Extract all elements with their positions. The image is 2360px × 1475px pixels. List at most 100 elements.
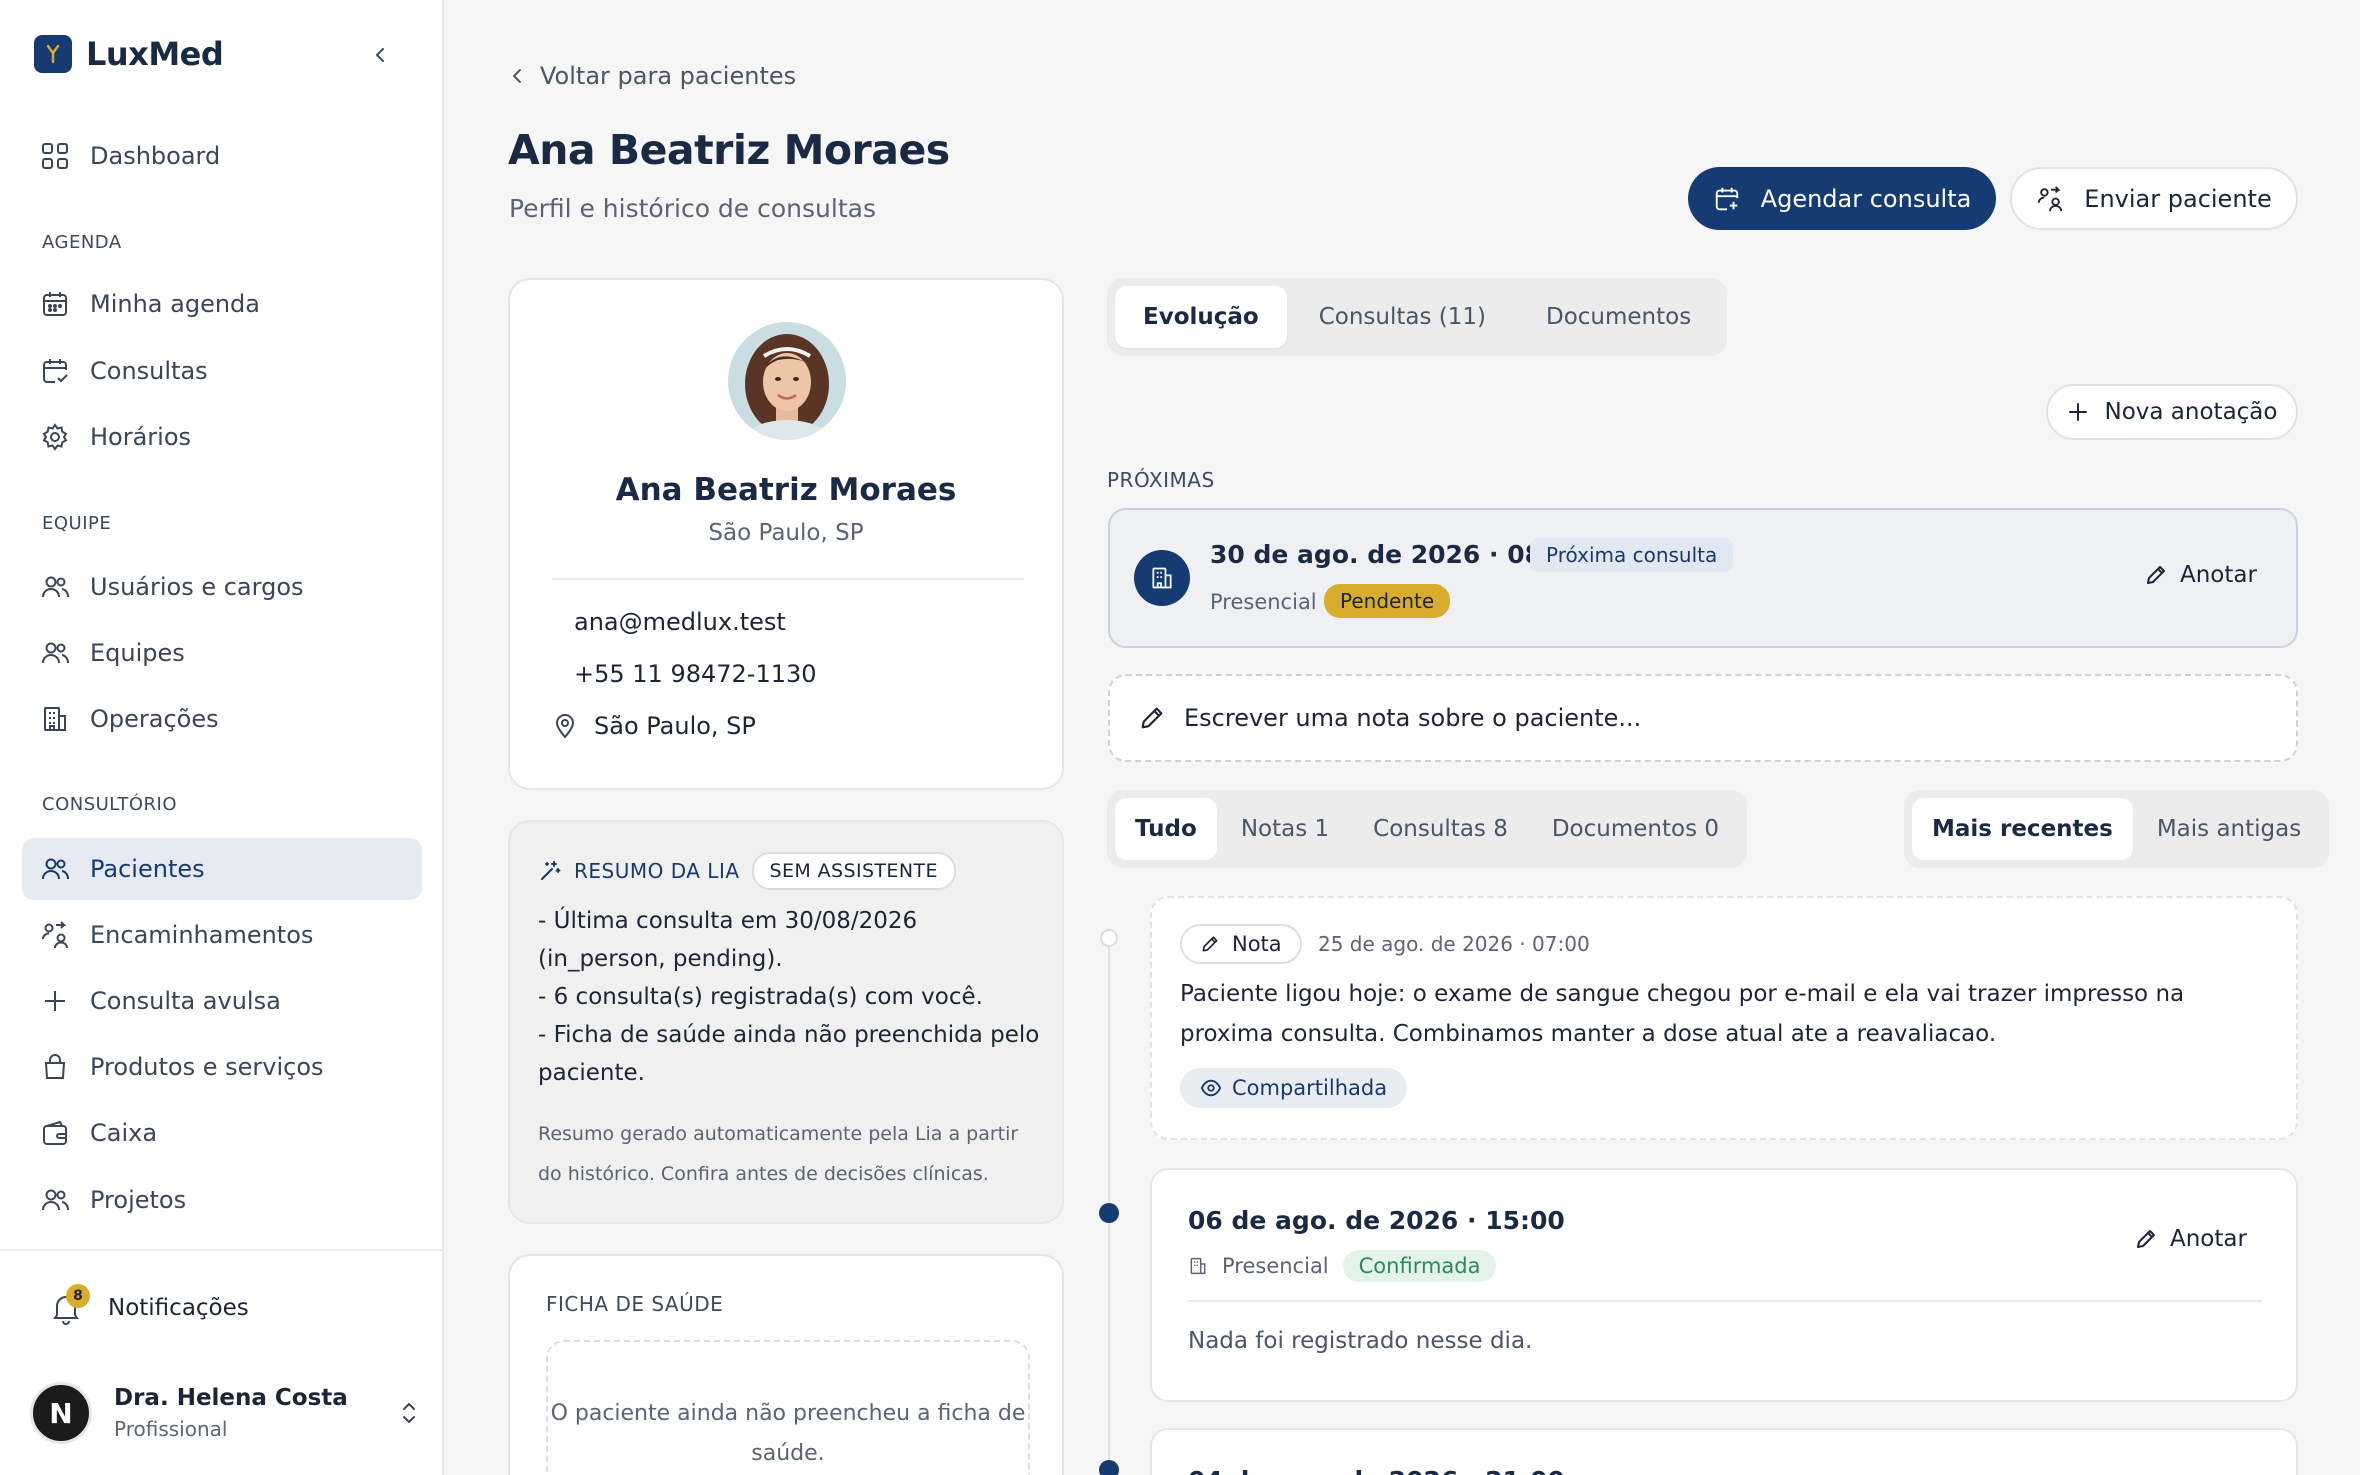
send-patient-label: Enviar paciente: [2084, 184, 2272, 213]
divider: [1188, 1300, 2262, 1302]
sidebar-item-projetos[interactable]: Projetos: [22, 1169, 422, 1231]
timeline-dot: [1100, 929, 1118, 947]
map-pin-icon: [555, 714, 575, 739]
send-patient-button[interactable]: Enviar paciente: [2010, 167, 2298, 230]
plus-icon: [45, 991, 65, 1011]
sidebar-item-operacoes[interactable]: Operações: [22, 688, 422, 750]
luxmed-logo-icon: [34, 35, 72, 73]
users-icon: [42, 1189, 69, 1211]
schedule-appointment-button[interactable]: Agendar consulta: [1688, 167, 1996, 230]
annotate-label: Anotar: [2170, 1226, 2247, 1252]
timeline-appointment-card[interactable]: 04 de ago. de 2026 · 21:00: [1150, 1428, 2298, 1475]
brand[interactable]: LuxMed: [34, 35, 224, 73]
sidebar-item-produtos-e-servicos[interactable]: Produtos e serviços: [22, 1036, 422, 1098]
tab-consultas[interactable]: Consultas (11): [1291, 286, 1514, 348]
upcoming-appointment-card[interactable]: 30 de ago. de 2026 · 08:00 Próxima consu…: [1108, 508, 2298, 648]
schedule-appointment-label: Agendar consulta: [1760, 184, 1972, 213]
sidebar-item-dashboard[interactable]: Dashboard: [22, 125, 422, 187]
nav-section-equipe: EQUIPE: [42, 513, 112, 534]
sidebar-item-label: Consulta avulsa: [90, 987, 281, 1015]
sidebar-item-caixa[interactable]: Caixa: [22, 1102, 422, 1164]
timeline-appointment-card[interactable]: 06 de ago. de 2026 · 15:00 Presencial Co…: [1150, 1168, 2298, 1402]
calendar-check-icon: [43, 359, 68, 383]
annotate-label: Anotar: [2180, 562, 2257, 588]
shared-label: Compartilhada: [1232, 1076, 1388, 1100]
health-record-title: FICHA DE SAÚDE: [546, 1292, 724, 1316]
filter-notas[interactable]: Notas 1: [1221, 798, 1349, 860]
users-icon: [42, 576, 69, 598]
user-menu[interactable]: N Dra. Helena Costa Profissional: [30, 1378, 420, 1448]
tab-evolucao[interactable]: Evolução: [1115, 286, 1287, 348]
note-date: 25 de ago. de 2026 · 07:00: [1318, 932, 1590, 956]
brand-name: LuxMed: [86, 35, 224, 73]
sidebar-item-label: Usuários e cargos: [90, 573, 304, 601]
referral-icon: [42, 921, 68, 949]
patient-name: Ana Beatriz Moraes: [615, 472, 957, 508]
sidebar-item-horarios[interactable]: Horários: [22, 406, 422, 468]
new-note-button[interactable]: Nova anotação: [2046, 384, 2298, 440]
collapse-sidebar-button[interactable]: [366, 40, 396, 70]
health-record-empty-state: O paciente ainda não preencheu a ficha d…: [546, 1340, 1030, 1475]
notifications-button[interactable]: 8 Notificações: [46, 1284, 249, 1328]
annotate-button[interactable]: Anotar: [2134, 1226, 2247, 1252]
chevron-left-icon: [513, 69, 521, 83]
patient-tabs: Evolução Consultas (11) Documentos: [1107, 278, 1728, 356]
chevron-left-icon: [376, 48, 384, 62]
sidebar-item-equipes[interactable]: Equipes: [22, 622, 422, 684]
timeline-note-card: Nota 25 de ago. de 2026 · 07:00 Paciente…: [1150, 896, 2298, 1140]
filter-tudo[interactable]: Tudo: [1115, 798, 1217, 860]
sidebar-item-usuarios-e-cargos[interactable]: Usuários e cargos: [22, 556, 422, 618]
sidebar-item-label: Horários: [90, 423, 192, 451]
sort-oldest[interactable]: Mais antigas: [2137, 798, 2321, 860]
patient-note-input[interactable]: Escrever uma nota sobre o paciente...: [1108, 674, 2298, 762]
patient-email-text: ana@medlux.test: [574, 608, 786, 636]
patient-email[interactable]: ana@medlux.test: [574, 608, 786, 636]
note-input-placeholder: Escrever uma nota sobre o paciente...: [1184, 704, 1642, 732]
lia-summary-title: RESUMO DA LIA: [574, 859, 740, 883]
sidebar-item-label: Produtos e serviços: [90, 1053, 324, 1081]
appointment-date: 06 de ago. de 2026 · 15:00: [1188, 1206, 1565, 1235]
health-record-card: FICHA DE SAÚDE O paciente ainda não pree…: [508, 1254, 1064, 1475]
status-badge: Pendente: [1324, 584, 1451, 618]
timeline-dot: [1099, 1460, 1119, 1475]
filter-documentos[interactable]: Documentos 0: [1532, 798, 1739, 860]
patient-location: São Paulo, SP: [552, 712, 756, 740]
annotate-button[interactable]: Anotar: [2144, 562, 2257, 588]
user-name: Dra. Helena Costa: [114, 1385, 348, 1411]
sidebar-item-consultas[interactable]: Consultas: [22, 340, 422, 402]
eye-icon: [1200, 1079, 1222, 1097]
tab-documentos[interactable]: Documentos: [1518, 286, 1719, 348]
sidebar-item-encaminhamentos[interactable]: Encaminhamentos: [22, 904, 422, 966]
building-icon: [44, 707, 66, 731]
back-to-patients-link[interactable]: Voltar para pacientes: [510, 62, 796, 90]
users-icon: [42, 858, 69, 880]
lia-summary-footer: Resumo gerado automaticamente pela Lia a…: [538, 1123, 1019, 1185]
sidebar-item-label: Equipes: [90, 639, 185, 667]
pencil-icon: [1202, 936, 1218, 952]
pencil-icon: [2147, 566, 2165, 584]
sidebar-item-label: Projetos: [90, 1186, 187, 1214]
timeline-filter-tabs: Tudo Notas 1 Consultas 8 Documentos 0: [1107, 790, 1747, 868]
nav-section-agenda: AGENDA: [42, 232, 122, 253]
sidebar-item-consulta-avulsa[interactable]: Consulta avulsa: [22, 970, 422, 1032]
patient-phone[interactable]: +55 11 98472-1130: [574, 660, 817, 688]
lia-summary-card: RESUMO DA LIA SEM ASSISTENTE - Última co…: [508, 820, 1064, 1224]
notification-count-badge: 8: [66, 1284, 90, 1308]
appointment-mode: Presencial: [1210, 590, 1317, 614]
sort-most-recent[interactable]: Mais recentes: [1912, 798, 2133, 860]
upcoming-section-label: PRÓXIMAS: [1107, 468, 1215, 492]
grid-icon: [42, 143, 68, 169]
patient-location-text: São Paulo, SP: [594, 712, 756, 740]
filter-consultas[interactable]: Consultas 8: [1353, 798, 1528, 860]
sidebar-item-minha-agenda[interactable]: Minha agenda: [22, 273, 422, 335]
new-note-label: Nova anotação: [2104, 399, 2278, 425]
pencil-icon: [1141, 707, 1163, 729]
bell-icon: 8: [46, 1284, 90, 1328]
sidebar-item-pacientes[interactable]: Pacientes: [22, 838, 422, 900]
note-type-label: Nota: [1232, 932, 1282, 956]
building-icon: [1190, 1257, 1206, 1275]
status-badge: Confirmada: [1342, 1250, 1497, 1282]
chevron-up-down-icon: [403, 1403, 415, 1423]
sidebar-divider: [0, 1249, 444, 1251]
sidebar-item-label: Caixa: [90, 1119, 158, 1147]
